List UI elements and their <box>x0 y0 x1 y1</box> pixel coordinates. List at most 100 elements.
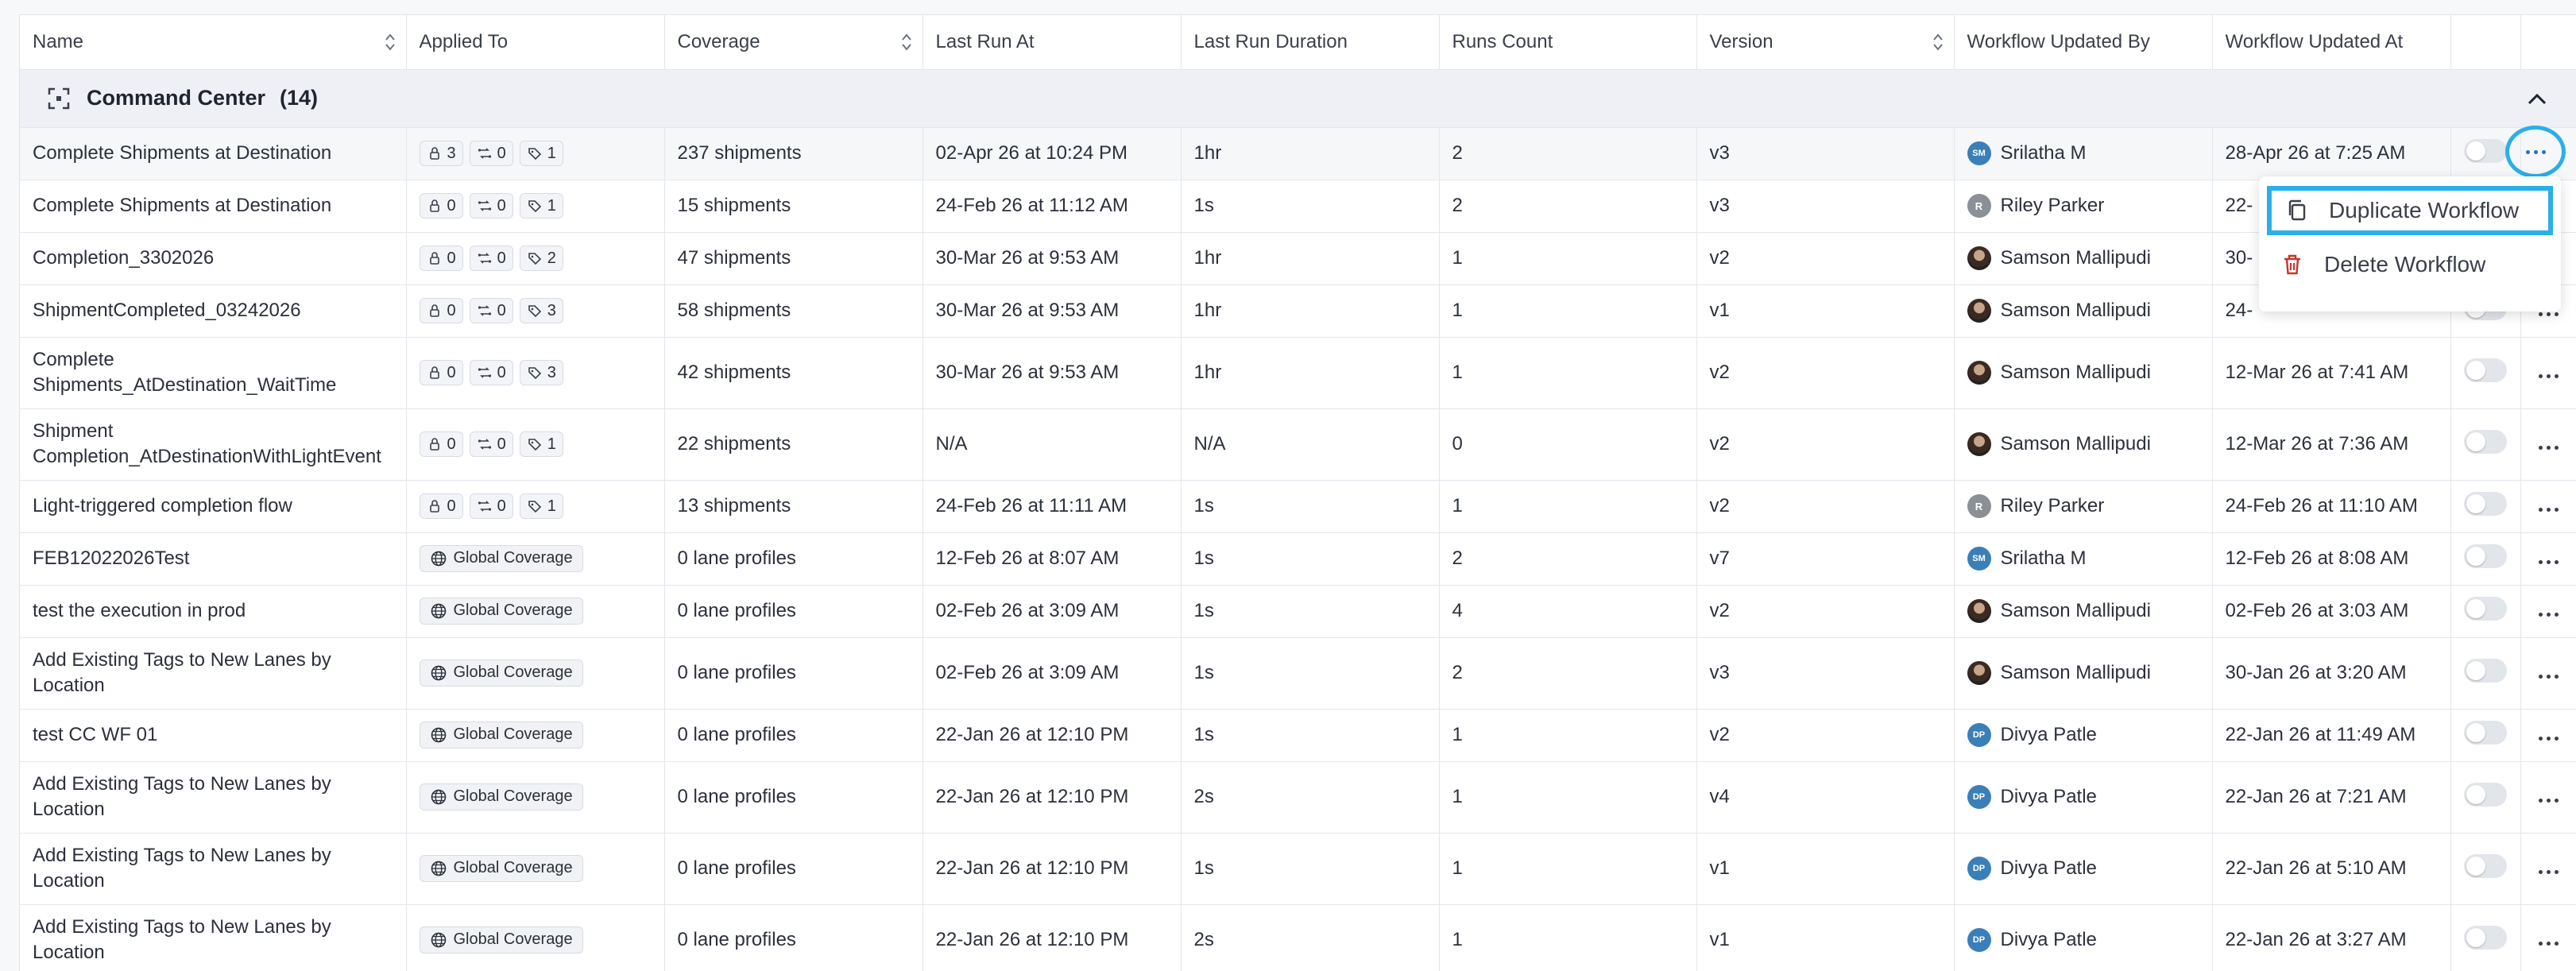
workflow-name[interactable]: ShipmentCompleted_03242026 <box>20 284 407 338</box>
row-actions-button-active[interactable] <box>2505 126 2566 178</box>
row-actions-button[interactable] <box>2521 737 2576 741</box>
last-run-duration-cell: 1s <box>1181 709 1440 762</box>
runs-count-cell: 4 <box>1439 585 1697 638</box>
coverage-cell: 13 shipments <box>664 480 923 533</box>
enable-toggle[interactable] <box>2464 491 2507 516</box>
group-row[interactable]: Command Center (14) <box>20 69 2576 128</box>
row-actions-button[interactable] <box>2521 560 2576 564</box>
column-header-last-run-duration: Last Run Duration <box>1181 15 1440 70</box>
workflow-name[interactable]: FEB12022026Test <box>20 532 407 586</box>
workflow-name[interactable]: Add Existing Tags to New Lanes by Locati… <box>20 761 407 834</box>
row-actions-button[interactable] <box>2521 799 2576 803</box>
workflow-name[interactable]: Add Existing Tags to New Lanes by Locati… <box>20 904 407 971</box>
last-run-duration-cell: 1s <box>1181 480 1440 533</box>
globe-icon <box>431 665 446 680</box>
last-run-duration-cell: 1hr <box>1181 337 1440 409</box>
last-run-at-cell: 02-Feb 26 at 3:09 AM <box>922 585 1182 638</box>
applied-to-chips: 0 0 1 <box>419 493 652 519</box>
column-header-runs-count: Runs Count <box>1439 15 1697 70</box>
delete-workflow-item[interactable]: Delete Workflow <box>2267 240 2553 289</box>
row-actions-button[interactable] <box>2521 675 2576 679</box>
row-actions-button[interactable] <box>2521 508 2576 512</box>
table-row[interactable]: Shipment Completion_AtDestinationWithLig… <box>20 408 2576 481</box>
workflow-name[interactable]: Light-triggered completion flow <box>20 480 407 533</box>
last-run-at-cell: 22-Jan 26 at 12:10 PM <box>922 904 1182 971</box>
table-row[interactable]: FEB12022026Test Global Coverage 0 lane pro… <box>20 532 2576 586</box>
table-row[interactable]: ShipmentCompleted_03242026 0 0 3 58 shipment… <box>20 284 2576 338</box>
lane-count-chip: 0 <box>469 431 513 457</box>
last-run-at-cell: 22-Jan 26 at 12:10 PM <box>922 709 1182 762</box>
table-row[interactable]: Add Existing Tags to New Lanes by Locati… <box>20 637 2576 710</box>
table-row[interactable]: test CC WF 01 Global Coverage 0 lane profi… <box>20 709 2576 762</box>
enable-toggle[interactable] <box>2464 544 2507 568</box>
avatar <box>1967 432 1991 456</box>
lane-count-chip: 0 <box>469 298 513 323</box>
workflow-name[interactable]: Shipment Completion_AtDestinationWithLig… <box>20 408 407 481</box>
route-icon <box>478 148 491 159</box>
duplicate-workflow-item[interactable]: Duplicate Workflow <box>2267 186 2553 235</box>
sort-icon[interactable] <box>384 32 396 52</box>
workflow-name[interactable]: Add Existing Tags to New Lanes by Locati… <box>20 833 407 905</box>
table-row[interactable]: Complete Shipments_AtDestination_WaitTim… <box>20 337 2576 409</box>
column-header-workflow-updated-at: Workflow Updated At <box>2212 15 2451 70</box>
user-name: Samson Mallipudi <box>2000 300 2151 321</box>
enable-toggle[interactable] <box>2464 658 2507 683</box>
sort-icon[interactable] <box>900 32 913 52</box>
runs-count-cell: 2 <box>1439 637 1697 710</box>
row-actions-button[interactable] <box>2521 312 2576 316</box>
table-header: Name Applied To Coverage Last Run At Last Ru… <box>20 15 2576 70</box>
version-cell: v1 <box>1696 284 1955 338</box>
chevron-up-icon[interactable] <box>2526 91 2548 106</box>
chip-value: 0 <box>497 144 506 162</box>
updated-by-cell: DP Divya Patle <box>1954 833 2213 905</box>
applied-to-cell: 3 0 1 <box>406 127 665 180</box>
column-header-version[interactable]: Version <box>1696 15 1955 70</box>
enable-toggle[interactable] <box>2464 853 2507 878</box>
table-row[interactable]: Completion_3302026 0 0 2 47 shipments 30-Mar … <box>20 232 2576 285</box>
lane-count-chip: 0 <box>469 360 513 385</box>
enable-toggle[interactable] <box>2464 358 2507 382</box>
row-actions-button[interactable] <box>2521 613 2576 617</box>
updated-by-cell: Samson Mallipudi <box>1954 284 2213 338</box>
enable-toggle[interactable] <box>2464 596 2507 621</box>
enable-toggle[interactable] <box>2464 720 2507 745</box>
applied-to-cell: Global Coverage <box>406 833 665 905</box>
table-row[interactable]: Add Existing Tags to New Lanes by Locati… <box>20 833 2576 905</box>
workflow-name[interactable]: test the execution in prod <box>20 585 407 638</box>
workflow-name[interactable]: Complete Shipments at Destination <box>20 180 407 233</box>
avatar <box>1967 246 1991 270</box>
sort-icon[interactable] <box>1932 32 1944 52</box>
enable-toggle[interactable] <box>2464 429 2507 454</box>
updated-at-cell: 12-Mar 26 at 7:41 AM <box>2212 337 2451 409</box>
row-actions-button[interactable] <box>2521 446 2576 450</box>
updated-at-cell: 22-Jan 26 at 11:49 AM <box>2212 709 2451 762</box>
global-coverage-chip: Global Coverage <box>419 544 583 572</box>
workflow-name[interactable]: test CC WF 01 <box>20 709 407 762</box>
workflow-name[interactable]: Complete Shipments_AtDestination_WaitTim… <box>20 337 407 409</box>
row-actions-button[interactable] <box>2521 374 2576 378</box>
column-header-name[interactable]: Name <box>20 15 407 70</box>
column-header-coverage[interactable]: Coverage <box>664 15 923 70</box>
applied-to-cell: 0 0 1 <box>406 480 665 533</box>
workflow-name[interactable]: Completion_3302026 <box>20 232 407 285</box>
enable-toggle[interactable] <box>2464 782 2507 807</box>
row-actions-button[interactable] <box>2521 870 2576 874</box>
workflow-name[interactable]: Complete Shipments at Destination <box>20 127 407 180</box>
row-actions-button[interactable] <box>2521 942 2576 946</box>
chip-value: 3 <box>547 363 556 381</box>
table-row[interactable]: test the execution in prod Global Coverag… <box>20 585 2576 638</box>
enable-toggle[interactable] <box>2464 925 2507 950</box>
chip-label: Global Coverage <box>453 725 573 743</box>
enable-toggle[interactable] <box>2464 138 2507 163</box>
table-row[interactable]: Light-triggered completion flow 0 0 1 13 shi… <box>20 480 2576 533</box>
table-row[interactable]: Add Existing Tags to New Lanes by Locati… <box>20 904 2576 971</box>
last-run-duration-cell: 1s <box>1181 637 1440 710</box>
lock-icon <box>429 500 439 513</box>
workflow-name[interactable]: Add Existing Tags to New Lanes by Locati… <box>20 637 407 710</box>
table-row[interactable]: Complete Shipments at Destination 0 0 1 15 s… <box>20 180 2576 233</box>
table-row[interactable]: Complete Shipments at Destination 3 0 1 237 … <box>20 127 2576 180</box>
table-row[interactable]: Add Existing Tags to New Lanes by Locati… <box>20 761 2576 834</box>
lane-count-chip: 0 <box>469 246 513 271</box>
applied-to-chips: 0 0 3 <box>419 298 652 323</box>
chip-value: 0 <box>497 497 506 515</box>
